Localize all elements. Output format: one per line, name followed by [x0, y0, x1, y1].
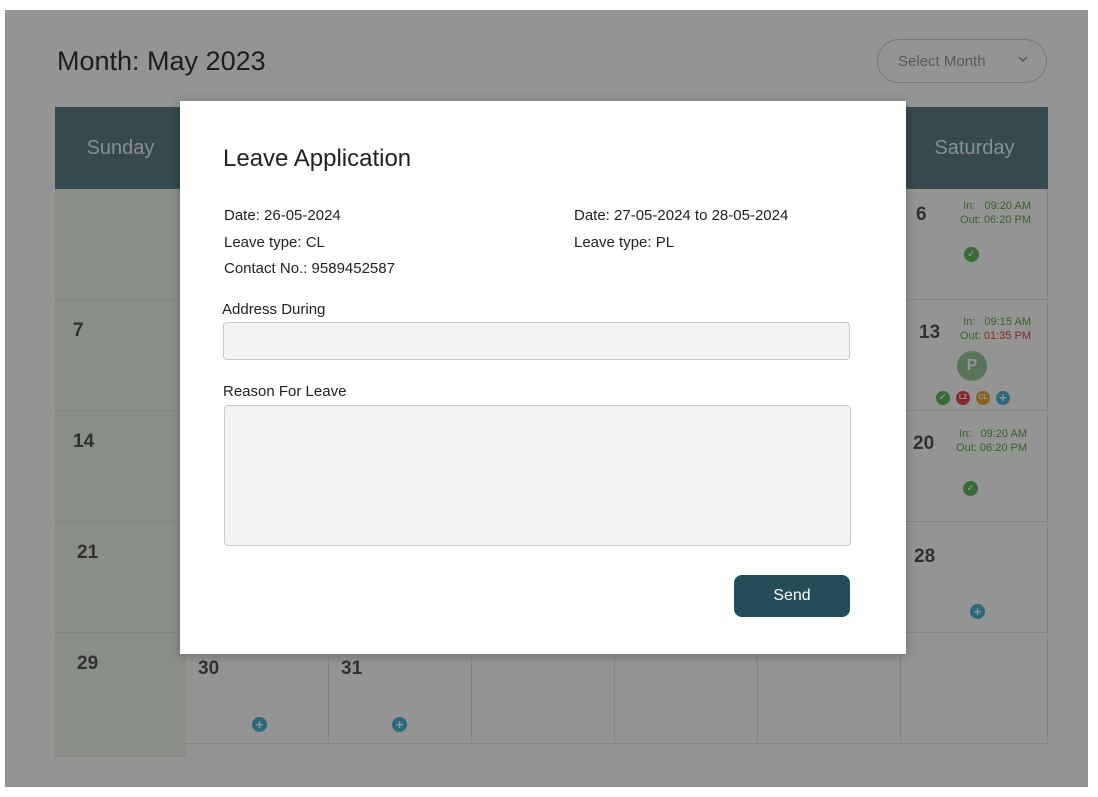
leave-application-modal: Leave Application Date: 26-05-2024 Leave… — [180, 101, 906, 654]
send-button[interactable]: Send — [734, 575, 850, 617]
leave-type-right: Leave type: PL — [574, 234, 675, 251]
leave-date-right: Date: 27-05-2024 to 28-05-2024 — [574, 207, 789, 224]
address-label: Address During — [222, 301, 326, 318]
address-input[interactable] — [223, 322, 850, 360]
reason-textarea[interactable] — [224, 405, 851, 546]
reason-label: Reason For Leave — [223, 383, 347, 400]
modal-title: Leave Application — [223, 145, 412, 172]
contact-number: Contact No.: 9589452587 — [224, 260, 395, 277]
leave-type-left: Leave type: CL — [224, 234, 325, 251]
leave-date-left: Date: 26-05-2024 — [224, 207, 341, 224]
